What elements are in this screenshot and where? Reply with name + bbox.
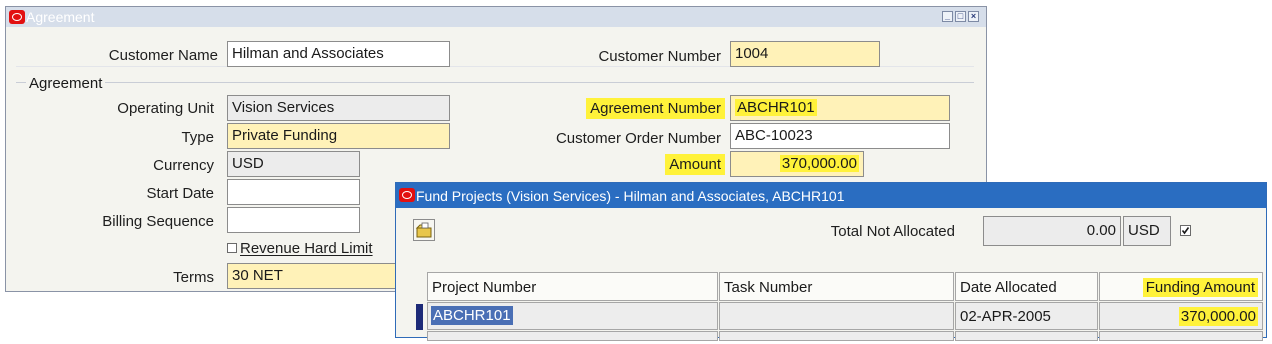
fund-projects-window: Fund Projects (Vision Services) - Hilman… <box>395 182 1267 341</box>
customer-name-field[interactable]: Hilman and Associates <box>227 41 450 67</box>
folder-icon <box>415 222 432 238</box>
amount-value: 370,000.00 <box>779 155 859 172</box>
revenue-hard-limit-checkbox[interactable] <box>227 243 237 253</box>
terms-label: Terms <box>173 269 214 286</box>
customer-number-field[interactable]: 1004 <box>730 41 880 67</box>
fund-projects-title-bar[interactable]: Fund Projects (Vision Services) - Hilman… <box>396 183 1266 208</box>
currency-label: Currency <box>153 157 214 174</box>
type-label: Type <box>181 129 214 146</box>
project-number-value: ABCHR101 <box>431 306 513 325</box>
column-header-project-number[interactable]: Project Number <box>427 272 718 301</box>
agreement-number-label: Agreement Number <box>586 98 725 119</box>
table-row-empty[interactable] <box>1099 331 1263 341</box>
funding-amount-header-label: Funding Amount <box>1142 278 1258 297</box>
funding-amount-value: 370,000.00 <box>1178 307 1258 326</box>
table-row-empty[interactable] <box>955 331 1098 341</box>
section-divider <box>16 82 974 83</box>
column-header-funding-amount[interactable]: Funding Amount <box>1099 272 1263 301</box>
amount-field[interactable]: 370,000.00 <box>730 151 864 177</box>
revenue-hard-limit-label[interactable]: Revenue Hard Limit <box>240 240 373 257</box>
agreement-section-label: Agreement <box>26 75 106 92</box>
row-selected-indicator[interactable] <box>416 304 423 330</box>
currency-field[interactable]: USD <box>227 151 360 177</box>
minimize-icon[interactable]: _ <box>942 11 953 22</box>
column-header-date-allocated[interactable]: Date Allocated <box>955 272 1098 301</box>
table-row-empty[interactable] <box>719 331 954 341</box>
start-date-field[interactable] <box>227 179 360 205</box>
agreement-number-value: ABCHR101 <box>735 99 817 116</box>
total-currency-field[interactable]: USD <box>1123 216 1171 246</box>
table-row-empty[interactable] <box>427 331 718 341</box>
total-not-allocated-field[interactable]: 0.00 <box>983 216 1121 246</box>
customer-order-number-field[interactable]: ABC-10023 <box>730 123 950 149</box>
amount-label: Amount <box>665 154 725 175</box>
terms-field[interactable]: 30 NET <box>227 263 407 289</box>
agreement-number-field[interactable]: ABCHR101 <box>730 95 950 121</box>
type-field[interactable]: Private Funding <box>227 123 450 149</box>
checkbox-checked-icon[interactable] <box>1180 225 1191 236</box>
total-not-allocated-label: Total Not Allocated <box>830 223 955 240</box>
restore-icon[interactable]: □ <box>955 11 966 22</box>
folder-tool-button[interactable] <box>413 219 435 241</box>
customer-name-label: Customer Name <box>108 47 218 64</box>
agreement-window-title: Agreement <box>26 9 95 25</box>
table-row-task-number[interactable] <box>719 302 954 330</box>
billing-sequence-field[interactable] <box>227 207 360 233</box>
start-date-label: Start Date <box>146 185 214 202</box>
billing-sequence-label: Billing Sequence <box>102 213 214 230</box>
oracle-icon <box>9 10 25 24</box>
table-row-funding-amount[interactable]: 370,000.00 <box>1099 302 1263 330</box>
table-row-project-number[interactable]: ABCHR101 <box>427 302 718 330</box>
table-row-date-allocated[interactable]: 02-APR-2005 <box>955 302 1098 330</box>
column-header-task-number[interactable]: Task Number <box>719 272 954 301</box>
close-icon[interactable]: × <box>968 11 979 22</box>
customer-order-number-label: Customer Order Number <box>555 130 721 147</box>
oracle-icon <box>399 188 415 202</box>
operating-unit-label: Operating Unit <box>117 100 214 117</box>
operating-unit-field[interactable]: Vision Services <box>227 95 450 121</box>
customer-number-label: Customer Number <box>598 48 721 65</box>
agreement-title-bar[interactable]: Agreement _ □ × <box>6 7 986 27</box>
fund-projects-window-title: Fund Projects (Vision Services) - Hilman… <box>416 188 845 204</box>
